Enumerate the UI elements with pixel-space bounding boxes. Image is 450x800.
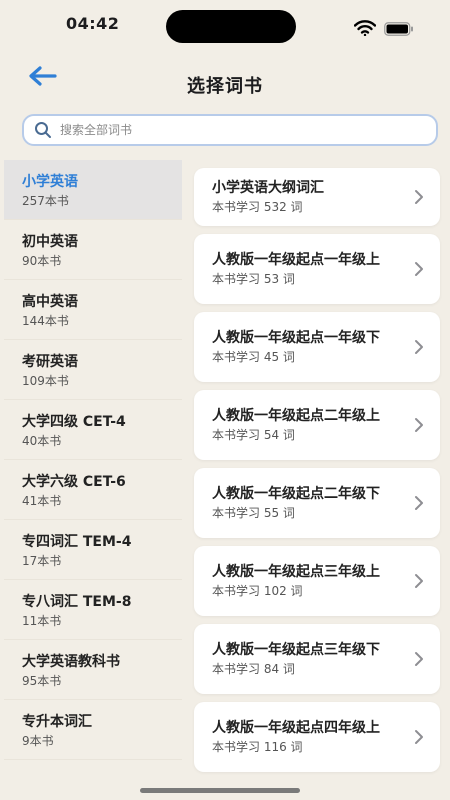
category-item-junior-high[interactable]: 初中英语 90本书 <box>4 220 182 280</box>
book-word-count: 本书学习 84 词 <box>212 661 295 676</box>
book-title: 人教版一年级起点四年级上 <box>212 719 380 736</box>
chevron-right-icon <box>415 340 423 354</box>
chevron-right-icon <box>415 418 423 432</box>
category-name: 小学英语 <box>22 174 78 190</box>
category-count: 90本书 <box>22 254 62 268</box>
status-bar: 04:42 <box>0 0 450 52</box>
book-card[interactable]: 人教版一年级起点一年级上 本书学习 53 词 <box>194 234 440 304</box>
category-item-tem8[interactable]: 专八词汇 TEM-8 11本书 <box>4 580 182 640</box>
category-count: 144本书 <box>22 314 69 328</box>
chevron-right-icon <box>415 262 423 276</box>
category-name: 大学四级 CET-4 <box>22 414 126 430</box>
category-item-cet6[interactable]: 大学六级 CET-6 41本书 <box>4 460 182 520</box>
dynamic-island <box>166 10 296 43</box>
category-name: 专八词汇 TEM-8 <box>22 594 132 610</box>
book-title: 人教版一年级起点二年级下 <box>212 485 380 502</box>
book-title: 人教版一年级起点三年级上 <box>212 563 380 580</box>
book-word-count: 本书学习 54 词 <box>212 427 295 442</box>
chevron-right-icon <box>415 496 423 510</box>
book-title: 人教版一年级起点一年级上 <box>212 251 380 268</box>
category-item-upgrade[interactable]: 专升本词汇 9本书 <box>4 700 182 760</box>
book-card[interactable]: 人教版一年级起点二年级上 本书学习 54 词 <box>194 390 440 460</box>
book-title: 人教版一年级起点三年级下 <box>212 641 380 658</box>
book-list: 小学英语大纲词汇 本书学习 532 词 人教版一年级起点一年级上 本书学习 53… <box>194 168 440 780</box>
book-word-count: 本书学习 55 词 <box>212 505 295 520</box>
book-word-count: 本书学习 102 词 <box>212 583 303 598</box>
category-count: 41本书 <box>22 494 62 508</box>
book-title: 人教版一年级起点二年级上 <box>212 407 380 424</box>
book-card[interactable]: 人教版一年级起点三年级下 本书学习 84 词 <box>194 624 440 694</box>
category-item-senior-high[interactable]: 高中英语 144本书 <box>4 280 182 340</box>
category-count: 257本书 <box>22 194 69 208</box>
book-word-count: 本书学习 532 词 <box>212 199 303 214</box>
status-time: 04:42 <box>66 14 120 33</box>
category-count: 40本书 <box>22 434 62 448</box>
category-count: 9本书 <box>22 734 54 748</box>
book-word-count: 本书学习 53 词 <box>212 271 295 286</box>
category-sidebar: 小学英语 257本书 初中英语 90本书 高中英语 144本书 考研英语 109… <box>4 160 182 772</box>
battery-icon <box>384 22 413 36</box>
category-item-college-textbook[interactable]: 大学英语教科书 95本书 <box>4 640 182 700</box>
book-word-count: 本书学习 45 词 <box>212 349 295 364</box>
category-name: 考研英语 <box>22 354 78 370</box>
search-box[interactable] <box>22 114 438 146</box>
category-name: 高中英语 <box>22 294 78 310</box>
book-card[interactable]: 人教版一年级起点三年级上 本书学习 102 词 <box>194 546 440 616</box>
category-name: 大学六级 CET-6 <box>22 474 126 490</box>
category-count: 95本书 <box>22 674 62 688</box>
book-word-count: 本书学习 116 词 <box>212 739 303 754</box>
chevron-right-icon <box>415 574 423 588</box>
category-name: 初中英语 <box>22 234 78 250</box>
category-count: 109本书 <box>22 374 69 388</box>
book-card[interactable]: 人教版一年级起点二年级下 本书学习 55 词 <box>194 468 440 538</box>
category-item-tem4[interactable]: 专四词汇 TEM-4 17本书 <box>4 520 182 580</box>
category-name: 专升本词汇 <box>22 714 92 730</box>
nav-bar: 选择词书 <box>0 52 450 112</box>
book-card[interactable]: 人教版一年级起点一年级下 本书学习 45 词 <box>194 312 440 382</box>
book-card[interactable]: 人教版一年级起点四年级上 本书学习 116 词 <box>194 702 440 772</box>
book-title: 小学英语大纲词汇 <box>212 179 324 196</box>
category-name: 专四词汇 TEM-4 <box>22 534 132 550</box>
book-card[interactable]: 小学英语大纲词汇 本书学习 532 词 <box>194 168 440 226</box>
search-input[interactable] <box>60 123 380 137</box>
category-item-cet4[interactable]: 大学四级 CET-4 40本书 <box>4 400 182 460</box>
category-item-primary[interactable]: 小学英语 257本书 <box>4 160 182 220</box>
home-indicator[interactable] <box>140 788 300 793</box>
category-count: 17本书 <box>22 554 62 568</box>
search-icon <box>35 122 51 138</box>
chevron-right-icon <box>415 652 423 666</box>
book-title: 人教版一年级起点一年级下 <box>212 329 380 346</box>
category-name: 大学英语教科书 <box>22 654 120 670</box>
category-item-postgrad[interactable]: 考研英语 109本书 <box>4 340 182 400</box>
chevron-right-icon <box>415 730 423 744</box>
category-count: 11本书 <box>22 614 62 628</box>
page-title: 选择词书 <box>187 76 263 97</box>
wifi-icon <box>354 20 376 36</box>
chevron-right-icon <box>415 190 423 204</box>
